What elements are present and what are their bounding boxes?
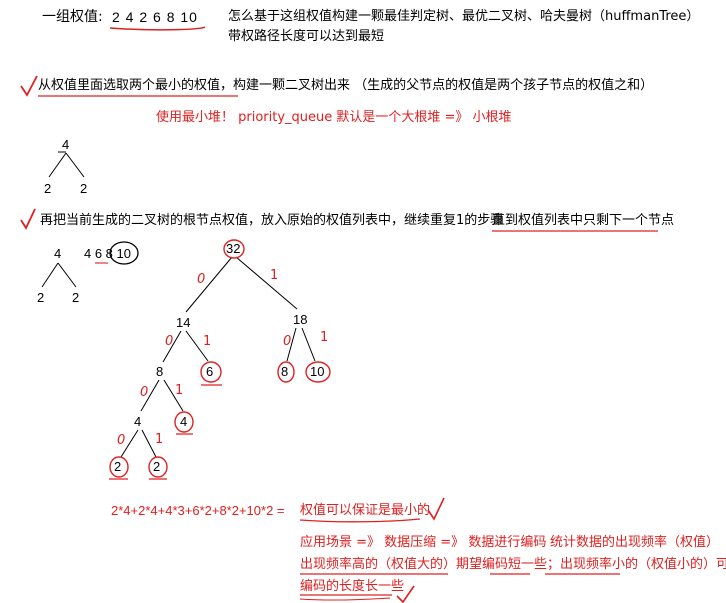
check-icon-step1 [20, 75, 38, 97]
small-tree2-edges [41, 262, 77, 288]
annotation-layer [20, 26, 658, 603]
check-icon-step2 [20, 208, 36, 230]
leaf-circles [109, 239, 331, 478]
conclusion-underline [299, 518, 421, 523]
check-icon-application [396, 585, 415, 603]
small-tree-edges [48, 151, 85, 178]
leaf-underlines [109, 384, 222, 480]
huffman-edges [120, 256, 316, 458]
check-icon-formula [427, 497, 445, 521]
app-line3-underline2 [299, 597, 391, 601]
list-circle [109, 241, 139, 265]
values-underline [109, 26, 206, 31]
